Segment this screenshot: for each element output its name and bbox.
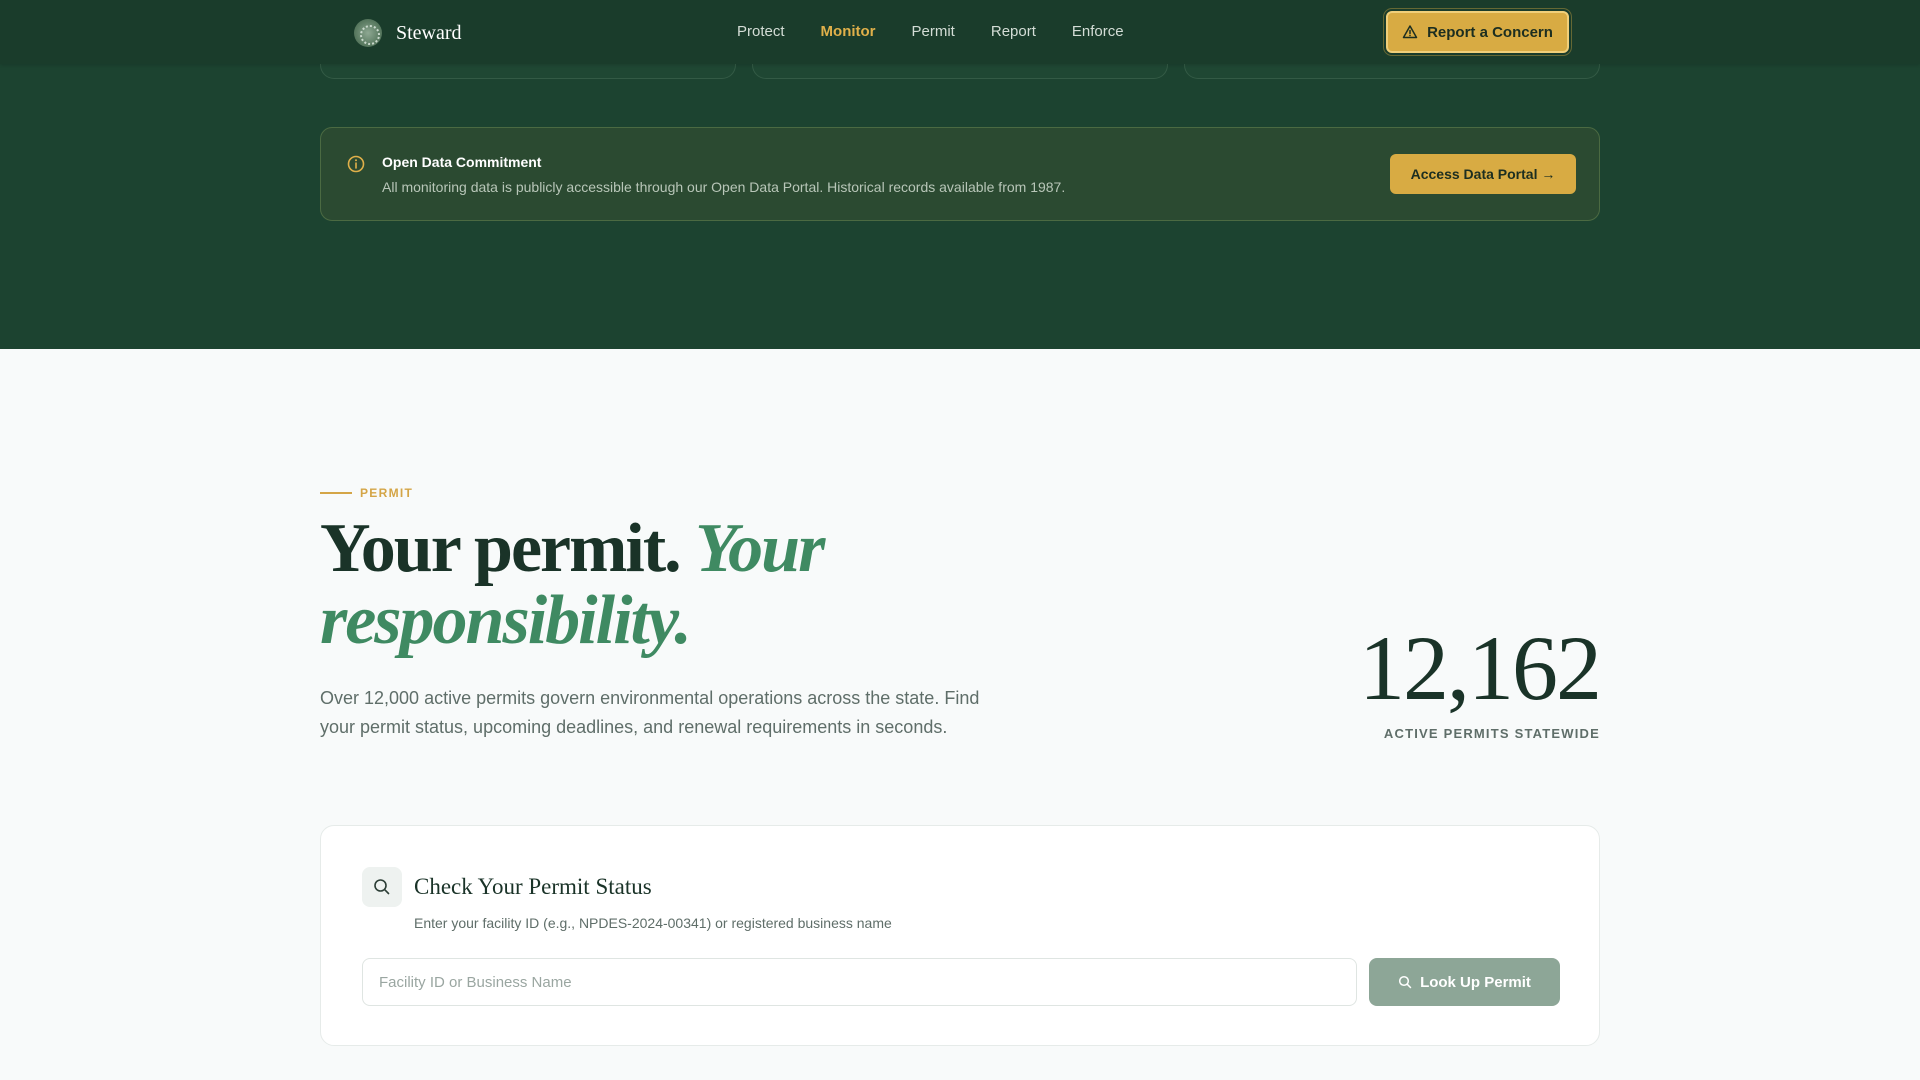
search-icon: [1399, 975, 1412, 989]
nav-link-report[interactable]: Report: [991, 23, 1036, 40]
active-permits-caption: ACTIVE PERMITS STATEWIDE: [1383, 726, 1600, 741]
report-concern-button[interactable]: Report a Concern: [1386, 11, 1569, 53]
permit-eyebrow: PERMIT: [320, 486, 413, 500]
open-data-banner: Open Data Commitment All monitoring data…: [320, 127, 1600, 221]
look-up-permit-button[interactable]: Look Up Permit: [1369, 958, 1560, 1006]
permit-headline: Your permit. Your responsibility.: [320, 513, 1040, 657]
brand[interactable]: Steward: [354, 19, 462, 47]
lookup-title: Check Your Permit Status: [414, 874, 652, 899]
warning-triangle-icon: [1402, 25, 1418, 39]
access-data-portal-button[interactable]: Access Data Portal →: [1390, 154, 1576, 194]
facility-search-input[interactable]: [362, 958, 1357, 1006]
search-badge: [362, 867, 402, 907]
eyebrow-line: [320, 492, 352, 494]
active-permits-count: 12,162: [1359, 617, 1602, 719]
nav-link-protect[interactable]: Protect: [737, 23, 785, 40]
lookup-subtitle: Enter your facility ID (e.g., NPDES-2024…: [414, 915, 892, 931]
search-icon: [374, 879, 390, 895]
banner-title: Open Data Commitment: [382, 154, 542, 170]
top-nav: Steward Protect Monitor Permit Report En…: [0, 0, 1920, 64]
banner-text: All monitoring data is publicly accessib…: [382, 179, 1066, 195]
headline-plain: Your permit.: [320, 510, 682, 587]
eyebrow-text: PERMIT: [360, 486, 414, 500]
leaf-seal-icon: [354, 19, 382, 47]
nav-links: Protect Monitor Permit Report Enforce: [737, 23, 1160, 40]
look-up-permit-label: Look Up Permit: [1420, 973, 1531, 991]
brand-name: Steward: [396, 21, 462, 44]
report-concern-label: Report a Concern: [1427, 23, 1553, 41]
info-icon: [347, 155, 365, 173]
nav-link-monitor[interactable]: Monitor: [821, 23, 876, 40]
nav-link-permit[interactable]: Permit: [912, 23, 955, 40]
permit-intro: Over 12,000 active permits govern enviro…: [320, 688, 980, 737]
permit-lookup-card: Check Your Permit Status Enter your faci…: [320, 825, 1600, 1046]
nav-link-enforce[interactable]: Enforce: [1072, 23, 1124, 40]
